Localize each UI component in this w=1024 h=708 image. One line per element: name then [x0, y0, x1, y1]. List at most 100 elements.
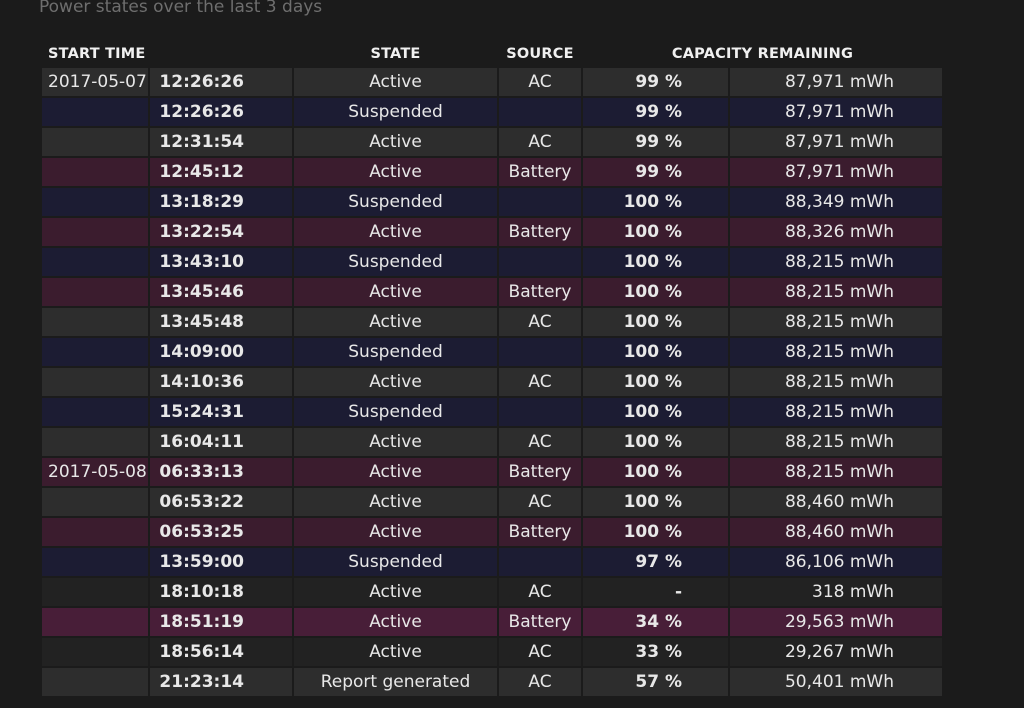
state-cell: Suspended [294, 548, 497, 576]
capacity-percent-cell: 100 % [583, 218, 728, 246]
source-cell: Battery [499, 458, 581, 486]
state-cell: Active [294, 488, 497, 516]
capacity-mwh-cell: 88,215 mWh [730, 428, 942, 456]
state-cell: Active [294, 308, 497, 336]
capacity-percent-cell: 100 % [583, 428, 728, 456]
state-cell: Active [294, 128, 497, 156]
state-cell: Active [294, 518, 497, 546]
capacity-percent-cell: 100 % [583, 398, 728, 426]
start-date-cell [42, 128, 148, 156]
table-row: 18:10:18 Active AC -318 mWh [42, 578, 942, 606]
source-cell: AC [499, 68, 581, 96]
source-cell: AC [499, 668, 581, 696]
source-cell: AC [499, 128, 581, 156]
source-cell [499, 188, 581, 216]
source-cell: AC [499, 308, 581, 336]
capacity-mwh-cell: 88,215 mWh [730, 248, 942, 276]
capacity-mwh-cell: 87,971 mWh [730, 98, 942, 126]
state-cell: Suspended [294, 98, 497, 126]
capacity-mwh-cell: 88,460 mWh [730, 518, 942, 546]
state-cell: Active [294, 158, 497, 186]
table-row: 18:56:14 Active AC 33 % 29,267 mWh [42, 638, 942, 666]
table-row: 14:10:36 Active AC 100 % 88,215 mWh [42, 368, 942, 396]
capacity-percent-cell: 100 % [583, 458, 728, 486]
source-cell: AC [499, 368, 581, 396]
table-row: 16:04:11 Active AC 100 % 88,215 mWh [42, 428, 942, 456]
start-date-cell [42, 98, 148, 126]
state-cell: Active [294, 218, 497, 246]
start-time-cell: 13:45:48 [150, 308, 292, 336]
source-cell: Battery [499, 278, 581, 306]
capacity-mwh-cell: 87,971 mWh [730, 68, 942, 96]
table-row: 21:23:14 Report generated AC 57 % 50,401 mWh [42, 668, 942, 696]
table-row: 14:09:00 Suspended 100 % 88,215 mWh [42, 338, 942, 366]
start-date-cell [42, 308, 148, 336]
capacity-percent-cell: 100 % [583, 278, 728, 306]
start-date-cell [42, 668, 148, 696]
start-time-cell: 18:56:14 [150, 638, 292, 666]
start-time-cell: 12:26:26 [150, 68, 292, 96]
state-cell: Suspended [294, 248, 497, 276]
column-header-state: STATE [370, 46, 421, 62]
table-row: 18:51:19 Active Battery 34 % 29,563 mWh [42, 608, 942, 636]
capacity-percent-cell: 99 % [583, 98, 728, 126]
table-row: 13:59:00 Suspended 97 % 86,106 mWh [42, 548, 942, 576]
start-time-cell: 16:04:11 [150, 428, 292, 456]
start-time-cell: 15:24:31 [150, 398, 292, 426]
state-cell: Active [294, 578, 497, 606]
state-cell: Active [294, 368, 497, 396]
start-date-cell [42, 548, 148, 576]
source-cell: Battery [499, 218, 581, 246]
capacity-percent-cell: 99 % [583, 158, 728, 186]
capacity-mwh-cell: 88,215 mWh [730, 458, 942, 486]
table-row: 13:43:10 Suspended 100 % 88,215 mWh [42, 248, 942, 276]
state-cell: Active [294, 458, 497, 486]
start-date-cell [42, 338, 148, 366]
capacity-mwh-cell: 29,267 mWh [730, 638, 942, 666]
column-header-capacity-remaining: CAPACITY REMAINING [671, 46, 854, 62]
start-time-cell: 18:51:19 [150, 608, 292, 636]
table-body: 2017-05-07 12:26:26 Active AC 99 % 87,971 mWh… [42, 68, 942, 696]
column-header-source: SOURCE [506, 46, 574, 62]
table-row: 13:45:48 Active AC 100 % 88,215 mWh [42, 308, 942, 336]
start-time-cell: 12:31:54 [150, 128, 292, 156]
capacity-mwh-cell: 88,215 mWh [730, 308, 942, 336]
capacity-percent-cell: 100 % [583, 518, 728, 546]
source-cell: Battery [499, 158, 581, 186]
source-cell [499, 338, 581, 366]
source-cell: AC [499, 488, 581, 516]
table-row: 12:31:54 Active AC 99 % 87,971 mWh [42, 128, 942, 156]
state-cell: Active [294, 68, 497, 96]
start-time-cell: 14:09:00 [150, 338, 292, 366]
capacity-mwh-cell: 318 mWh [730, 578, 942, 606]
start-date-cell [42, 638, 148, 666]
capacity-percent-cell: 100 % [583, 308, 728, 336]
source-cell: Battery [499, 608, 581, 636]
start-date-cell [42, 518, 148, 546]
state-cell: Suspended [294, 398, 497, 426]
start-time-cell: 12:45:12 [150, 158, 292, 186]
start-time-cell: 13:45:46 [150, 278, 292, 306]
capacity-percent-cell: 34 % [583, 608, 728, 636]
capacity-percent-cell: 33 % [583, 638, 728, 666]
capacity-mwh-cell: 88,349 mWh [730, 188, 942, 216]
capacity-mwh-cell: 88,326 mWh [730, 218, 942, 246]
source-cell [499, 398, 581, 426]
power-states-table: START TIME STATE SOURCE CAPACITY REMAINI… [40, 40, 944, 698]
capacity-percent-cell: 100 % [583, 368, 728, 396]
start-date-cell [42, 278, 148, 306]
table-header-row: START TIME STATE SOURCE CAPACITY REMAINI… [42, 42, 942, 66]
start-date-cell [42, 608, 148, 636]
start-time-cell: 12:26:26 [150, 98, 292, 126]
state-cell: Active [294, 608, 497, 636]
table-row: 06:53:22 Active AC 100 % 88,460 mWh [42, 488, 942, 516]
start-date-cell [42, 428, 148, 456]
table-row: 13:18:29 Suspended 100 % 88,349 mWh [42, 188, 942, 216]
capacity-percent-cell: 57 % [583, 668, 728, 696]
start-time-cell: 06:53:22 [150, 488, 292, 516]
capacity-percent-cell: 100 % [583, 488, 728, 516]
source-cell: AC [499, 428, 581, 456]
source-cell: Battery [499, 518, 581, 546]
table-row: 15:24:31 Suspended 100 % 88,215 mWh [42, 398, 942, 426]
state-cell: Active [294, 278, 497, 306]
